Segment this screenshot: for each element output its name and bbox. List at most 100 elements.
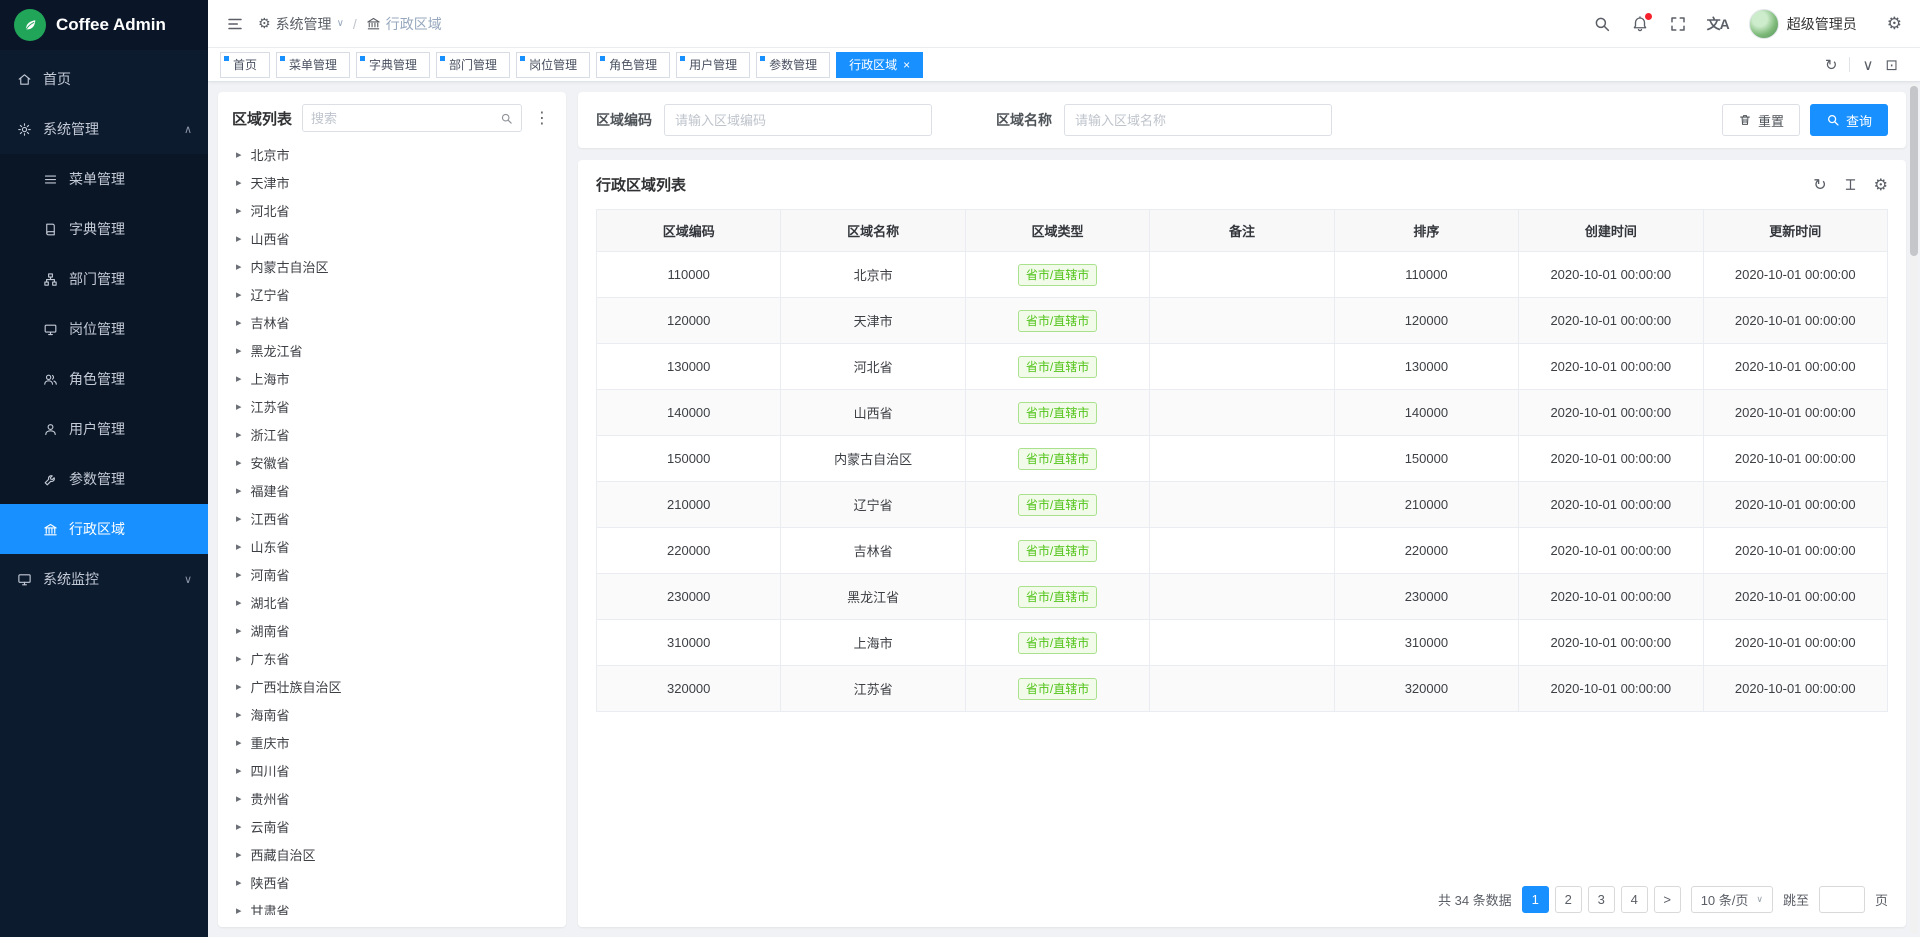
row-height-icon[interactable] [1843,177,1858,192]
caret-right-icon[interactable]: ▸ [236,288,242,301]
tree-item[interactable]: ▸云南省 [232,812,552,840]
caret-right-icon[interactable]: ▸ [236,876,242,889]
tree-item[interactable]: ▸江西省 [232,504,552,532]
next-page-button[interactable]: > [1654,886,1681,913]
tree-item[interactable]: ▸福建省 [232,476,552,504]
tab-item[interactable]: 参数管理 [756,52,830,78]
reset-button[interactable]: 重置 [1722,104,1800,136]
tab-item[interactable]: 菜单管理 [276,52,350,78]
settings-gear-icon[interactable]: ⚙ [1887,14,1902,34]
tree-item[interactable]: ▸广西壮族自治区 [232,672,552,700]
page-button[interactable]: 4 [1621,886,1648,913]
page-size-select[interactable]: 10 条/页 ∨ [1691,886,1773,913]
caret-right-icon[interactable]: ▸ [236,540,242,553]
jump-page-input[interactable] [1819,886,1865,913]
tree-item[interactable]: ▸天津市 [232,168,552,196]
tab-item[interactable]: 岗位管理 [516,52,590,78]
caret-right-icon[interactable]: ▸ [236,316,242,329]
bell-icon[interactable] [1631,15,1649,33]
fullscreen-icon[interactable] [1669,15,1687,33]
caret-right-icon[interactable]: ▸ [236,652,242,665]
caret-right-icon[interactable]: ▸ [236,232,242,245]
sidebar-item-user[interactable]: 用户管理 [0,404,208,454]
sidebar-item-param[interactable]: 参数管理 [0,454,208,504]
layout-icon[interactable]: ⊡ [1885,56,1898,74]
tree-item[interactable]: ▸陕西省 [232,868,552,896]
tree-item[interactable]: ▸湖南省 [232,616,552,644]
caret-right-icon[interactable]: ▸ [236,568,242,581]
page-button[interactable]: 1 [1522,886,1549,913]
breadcrumb-section[interactable]: ⚙ 系统管理 ∨ [258,14,344,34]
page-button[interactable]: 3 [1588,886,1615,913]
sidebar-item-system[interactable]: 系统管理∧ [0,104,208,154]
tab-item[interactable]: 字典管理 [356,52,430,78]
tab-item[interactable]: 部门管理 [436,52,510,78]
tree-item[interactable]: ▸甘肃省 [232,896,552,915]
caret-right-icon[interactable]: ▸ [236,204,242,217]
caret-right-icon[interactable]: ▸ [236,484,242,497]
tree-item[interactable]: ▸山东省 [232,532,552,560]
tab-actions-chevron-down-icon[interactable]: ∨ [1862,56,1873,74]
tree-item[interactable]: ▸四川省 [232,756,552,784]
tree-item[interactable]: ▸上海市 [232,364,552,392]
page-scrollbar[interactable] [1910,84,1918,934]
caret-right-icon[interactable]: ▸ [236,344,242,357]
caret-right-icon[interactable]: ▸ [236,148,242,161]
caret-right-icon[interactable]: ▸ [236,512,242,525]
sidebar-item-region[interactable]: 行政区域 [0,504,208,554]
caret-right-icon[interactable]: ▸ [236,764,242,777]
tree-item[interactable]: ▸江苏省 [232,392,552,420]
caret-right-icon[interactable]: ▸ [236,624,242,637]
caret-right-icon[interactable]: ▸ [236,708,242,721]
sidebar-item-role[interactable]: 角色管理 [0,354,208,404]
sidebar-item-home[interactable]: 首页 [0,54,208,104]
tree-item[interactable]: ▸安徽省 [232,448,552,476]
caret-right-icon[interactable]: ▸ [236,372,242,385]
caret-right-icon[interactable]: ▸ [236,904,242,916]
tab-close-icon[interactable]: × [903,59,910,71]
user-menu[interactable]: 超级管理员 [1749,9,1857,39]
translate-icon[interactable]: 文A [1707,14,1729,34]
caret-right-icon[interactable]: ▸ [236,260,242,273]
sidebar-collapse-icon[interactable] [226,15,244,33]
tree-item[interactable]: ▸湖北省 [232,588,552,616]
caret-right-icon[interactable]: ▸ [236,428,242,441]
caret-right-icon[interactable]: ▸ [236,848,242,861]
tree-item[interactable]: ▸西藏自治区 [232,840,552,868]
caret-right-icon[interactable]: ▸ [236,792,242,805]
tree-item[interactable]: ▸浙江省 [232,420,552,448]
caret-right-icon[interactable]: ▸ [236,596,242,609]
caret-right-icon[interactable]: ▸ [236,820,242,833]
tree-search-input[interactable] [311,111,494,126]
caret-right-icon[interactable]: ▸ [236,176,242,189]
tree-item[interactable]: ▸河北省 [232,196,552,224]
search-icon[interactable] [1593,15,1611,33]
tree-item[interactable]: ▸河南省 [232,560,552,588]
tree-item[interactable]: ▸山西省 [232,224,552,252]
refresh-icon[interactable]: ↻ [1825,56,1838,74]
scrollbar-thumb[interactable] [1910,86,1918,256]
logo[interactable]: Coffee Admin [0,0,208,50]
sidebar-item-post[interactable]: 岗位管理 [0,304,208,354]
tab-item[interactable]: 首页 [220,52,270,78]
tab-item[interactable]: 用户管理 [676,52,750,78]
gear-icon[interactable]: ⚙ [1874,175,1888,195]
tree-item[interactable]: ▸重庆市 [232,728,552,756]
refresh-icon[interactable]: ↻ [1813,175,1826,195]
caret-right-icon[interactable]: ▸ [236,400,242,413]
tree-item[interactable]: ▸吉林省 [232,308,552,336]
tree-item[interactable]: ▸海南省 [232,700,552,728]
tree-item[interactable]: ▸北京市 [232,140,552,168]
sidebar-item-menu[interactable]: 菜单管理 [0,154,208,204]
caret-right-icon[interactable]: ▸ [236,680,242,693]
name-filter-input[interactable] [1064,104,1332,136]
sidebar-item-dict[interactable]: 字典管理 [0,204,208,254]
page-button[interactable]: 2 [1555,886,1582,913]
tree-item[interactable]: ▸内蒙古自治区 [232,252,552,280]
code-filter-input[interactable] [664,104,932,136]
sidebar-item-monitor[interactable]: 系统监控∨ [0,554,208,604]
caret-right-icon[interactable]: ▸ [236,456,242,469]
caret-right-icon[interactable]: ▸ [236,736,242,749]
tree-item[interactable]: ▸贵州省 [232,784,552,812]
tree-item[interactable]: ▸辽宁省 [232,280,552,308]
